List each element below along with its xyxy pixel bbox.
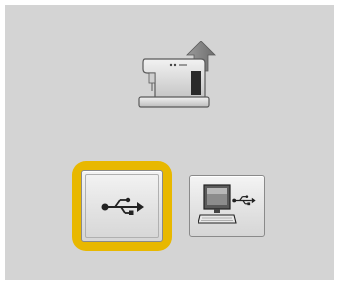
- transfer-screen: [5, 5, 334, 280]
- computer-button[interactable]: [189, 175, 265, 237]
- computer-usb-icon: [198, 184, 256, 224]
- usb-button[interactable]: [81, 170, 163, 242]
- usb-icon: [101, 197, 144, 215]
- sewing-machine-upload-icon: [138, 41, 216, 108]
